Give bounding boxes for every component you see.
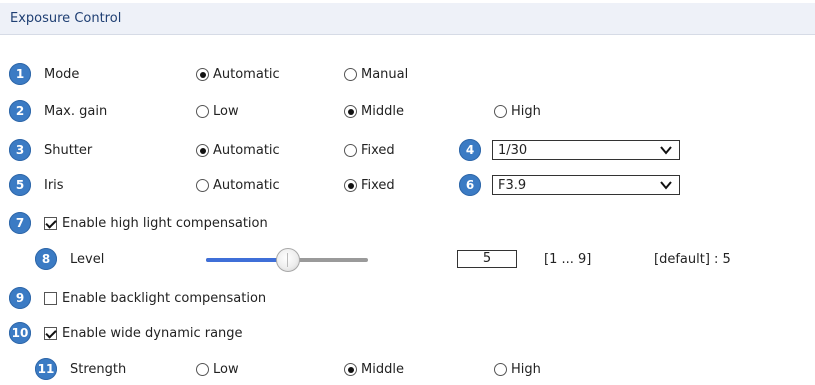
radio-circle [344, 105, 357, 118]
checkbox-label: Enable wide dynamic range [62, 326, 243, 341]
step-badge-11: 11 [35, 358, 57, 380]
radio-circle [196, 363, 209, 376]
level-default: [default] : 5 [654, 252, 731, 267]
shutter-speed-select[interactable]: 1/30 [492, 140, 680, 160]
wide-dynamic-range-checkbox[interactable]: Enable wide dynamic range [44, 326, 243, 341]
chevron-down-icon [660, 146, 672, 155]
shutter-label: Shutter [44, 143, 93, 158]
radio-label: Automatic [213, 67, 280, 82]
radio-circle [196, 144, 209, 157]
step-badge-3: 3 [9, 139, 31, 161]
radio-label: Middle [361, 104, 404, 119]
checkbox-box [44, 327, 57, 340]
iris-fixed-radio[interactable]: Fixed [344, 178, 395, 193]
section-header: Exposure Control [0, 3, 815, 35]
radio-circle [344, 179, 357, 192]
mode-automatic-radio[interactable]: Automatic [196, 67, 280, 82]
mode-manual-radio[interactable]: Manual [344, 67, 408, 82]
radio-circle [196, 105, 209, 118]
radio-label: Low [213, 362, 239, 377]
shutter-automatic-radio[interactable]: Automatic [196, 143, 280, 158]
step-badge-7: 7 [9, 212, 31, 234]
radio-label: Low [213, 104, 239, 119]
radio-label: Automatic [213, 143, 280, 158]
chevron-down-icon [660, 181, 672, 190]
iris-automatic-radio[interactable]: Automatic [196, 178, 280, 193]
step-badge-8: 8 [35, 248, 57, 270]
checkbox-label: Enable high light compensation [62, 216, 268, 231]
step-badge-9: 9 [9, 287, 31, 309]
radio-label: Fixed [361, 178, 395, 193]
checkbox-box [44, 217, 57, 230]
step-badge-2: 2 [9, 100, 31, 122]
checkbox-box [44, 292, 57, 305]
strength-middle-radio[interactable]: Middle [344, 362, 404, 377]
step-badge-4: 4 [459, 139, 481, 161]
radio-circle [494, 105, 507, 118]
max-gain-low-radio[interactable]: Low [196, 104, 239, 119]
level-input[interactable]: 5 [457, 250, 517, 268]
radio-label: Fixed [361, 143, 395, 158]
radio-label: Manual [361, 67, 409, 82]
mode-label: Mode [44, 67, 80, 82]
max-gain-middle-radio[interactable]: Middle [344, 104, 404, 119]
max-gain-label: Max. gain [44, 104, 108, 119]
level-slider-thumb[interactable] [276, 248, 300, 272]
strength-label: Strength [70, 362, 127, 377]
radio-circle [196, 68, 209, 81]
max-gain-high-radio[interactable]: High [494, 104, 541, 119]
checkbox-label: Enable backlight compensation [62, 291, 267, 306]
radio-circle [344, 363, 357, 376]
iris-label: Iris [44, 178, 64, 193]
select-value: F3.9 [498, 177, 527, 193]
radio-circle [344, 144, 357, 157]
shutter-fixed-radio[interactable]: Fixed [344, 143, 395, 158]
step-badge-5: 5 [9, 174, 31, 196]
radio-circle [344, 68, 357, 81]
radio-circle [196, 179, 209, 192]
iris-value-select[interactable]: F3.9 [492, 175, 680, 195]
radio-label: High [511, 104, 541, 119]
step-badge-10: 10 [9, 322, 31, 344]
radio-label: High [511, 362, 541, 377]
section-title: Exposure Control [10, 11, 122, 26]
step-badge-1: 1 [9, 63, 31, 85]
radio-label: Automatic [213, 178, 280, 193]
select-value: 1/30 [498, 142, 528, 158]
level-label: Level [70, 252, 105, 267]
strength-high-radio[interactable]: High [494, 362, 541, 377]
high-light-compensation-checkbox[interactable]: Enable high light compensation [44, 216, 268, 231]
backlight-compensation-checkbox[interactable]: Enable backlight compensation [44, 291, 266, 306]
radio-circle [494, 363, 507, 376]
level-range: [1 ... 9] [544, 252, 592, 267]
step-badge-6: 6 [459, 174, 481, 196]
strength-low-radio[interactable]: Low [196, 362, 239, 377]
radio-label: Middle [361, 362, 404, 377]
